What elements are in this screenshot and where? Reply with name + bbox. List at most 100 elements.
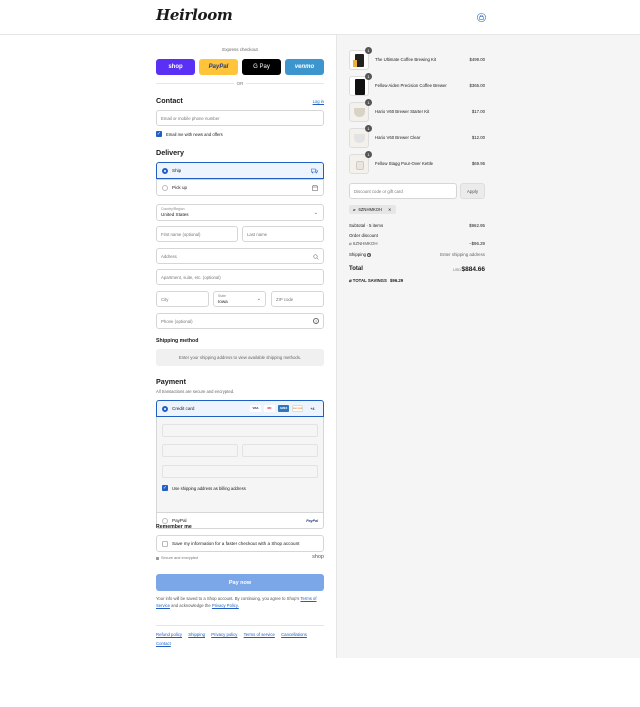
login-link[interactable]: Log in bbox=[313, 99, 324, 104]
shipping-value: Enter shipping address bbox=[440, 252, 485, 257]
secure-label: Secure and encrypted bbox=[161, 556, 199, 560]
mastercard-icon: MC bbox=[264, 405, 275, 412]
state-select[interactable]: State Iowa ⌄ bbox=[213, 291, 266, 307]
paypal-button[interactable]: PayPal bbox=[199, 59, 238, 75]
country-select[interactable]: Country/Region United States ⌄ bbox=[156, 204, 324, 221]
item-name: Fellow Aiden Precision Coffee Brewer bbox=[375, 83, 447, 88]
card-number-input[interactable] bbox=[162, 424, 318, 437]
paypal-label: PayPal bbox=[172, 518, 187, 523]
header: Heirloom bbox=[0, 0, 640, 35]
contact-title: Contact bbox=[156, 96, 183, 105]
delivery-title: Delivery bbox=[156, 148, 184, 157]
contact-link[interactable]: Contact bbox=[156, 641, 171, 646]
google-pay-button[interactable]: G Pay bbox=[242, 59, 281, 75]
phone-input[interactable]: Phone (optional) ? bbox=[156, 313, 324, 329]
last-name-placeholder: Last name bbox=[247, 231, 268, 237]
address-placeholder: Address bbox=[161, 253, 177, 259]
credit-card-option[interactable]: Credit card VISA MC AMEX DISCOVER +4 bbox=[156, 400, 324, 417]
shipping-link[interactable]: Shipping bbox=[188, 632, 205, 637]
subtotal-row: Subtotal · 5 items $962.95 bbox=[349, 223, 485, 228]
shipping-row: Shipping ? Enter shipping address bbox=[349, 252, 485, 257]
terms-of-service-link[interactable]: Terms of service bbox=[244, 632, 275, 637]
security-code-input[interactable] bbox=[242, 444, 318, 457]
logo[interactable]: Heirloom bbox=[156, 6, 233, 24]
credit-card-radio[interactable] bbox=[162, 406, 168, 412]
expiration-input[interactable] bbox=[162, 444, 238, 457]
truck-icon bbox=[311, 168, 318, 174]
shipping-label: Shipping bbox=[349, 252, 367, 257]
discount-code-input[interactable]: Discount code or gift card bbox=[349, 183, 457, 199]
save-info-option[interactable]: Save my information for a faster checkou… bbox=[156, 535, 324, 552]
name-on-card-input[interactable] bbox=[162, 465, 318, 478]
pickup-label: Pick up bbox=[172, 185, 188, 190]
cancellations-link[interactable]: Cancellations bbox=[281, 632, 307, 637]
city-input[interactable]: City bbox=[156, 291, 209, 307]
total-row: Total USD $884.66 bbox=[349, 266, 485, 276]
total-value: $884.66 bbox=[461, 266, 486, 273]
refund-policy-link[interactable]: Refund policy bbox=[156, 632, 182, 637]
zip-input[interactable]: ZIP code bbox=[271, 291, 324, 307]
applied-discount-tag: ⌀ 6ZNHMKOH ✕ bbox=[349, 205, 396, 214]
lock-icon bbox=[156, 557, 159, 560]
shop-logo: shop bbox=[312, 554, 324, 560]
save-info-label: Save my information for a faster checkou… bbox=[172, 541, 300, 546]
ship-radio[interactable] bbox=[162, 168, 168, 174]
shopping-bag-icon[interactable] bbox=[477, 13, 486, 22]
apartment-input[interactable]: Apartment, suite, etc. (optional) bbox=[156, 269, 324, 285]
pickup-option[interactable]: Pick up bbox=[156, 179, 324, 196]
address-input[interactable]: Address bbox=[156, 248, 324, 264]
chevron-down-icon: ⌄ bbox=[256, 296, 261, 302]
store-icon bbox=[312, 185, 318, 191]
quantity-badge: 1 bbox=[365, 151, 372, 158]
legal-text: Your info will be saved to a Shop accoun… bbox=[156, 596, 324, 609]
apply-button[interactable]: Apply bbox=[460, 183, 485, 199]
applied-code: 6ZNHMKOH bbox=[358, 207, 383, 212]
help-icon[interactable]: ? bbox=[367, 253, 372, 257]
privacy-link[interactable]: Privacy Policy. bbox=[212, 603, 239, 608]
shipping-method-info: Enter your shipping address to view avai… bbox=[156, 349, 324, 366]
savings-label: TOTAL SAVINGS bbox=[352, 278, 387, 283]
discover-icon: DISCOVER bbox=[292, 405, 303, 412]
pickup-radio[interactable] bbox=[162, 185, 168, 191]
payment-title: Payment bbox=[156, 377, 186, 386]
express-checkout-title: Express checkout bbox=[222, 47, 258, 52]
discount-code-row: ⌀ 6ZNHMKOH −$96.29 bbox=[349, 241, 485, 247]
first-name-input[interactable]: First name (optional) bbox=[156, 226, 238, 242]
amex-icon: AMEX bbox=[278, 405, 289, 412]
first-name-placeholder: First name (optional) bbox=[161, 231, 201, 237]
item-price: $365.00 bbox=[469, 83, 485, 88]
subtotal-value: $962.95 bbox=[469, 223, 485, 228]
save-info-checkbox[interactable] bbox=[162, 541, 168, 547]
item-name: Hario V60 Brewer Starter Kit bbox=[375, 109, 430, 114]
footer-divider bbox=[156, 625, 324, 626]
savings-value: $96.29 bbox=[390, 278, 404, 283]
item-price: $69.95 bbox=[471, 161, 485, 166]
state-label: State bbox=[218, 294, 226, 298]
newsletter-checkbox[interactable]: ✓ bbox=[156, 131, 162, 137]
last-name-input[interactable]: Last name bbox=[242, 226, 324, 242]
cart-item: 1 Hario V60 Brewer Starter Kit $17.00 bbox=[349, 99, 485, 124]
venmo-button[interactable]: venmo bbox=[285, 59, 324, 75]
item-name: The Ultimate Coffee Brewing Kit bbox=[375, 57, 437, 62]
email-phone-input[interactable]: Email or mobile phone number bbox=[156, 110, 324, 126]
country-label: Country/Region bbox=[161, 207, 185, 211]
ship-label: Ship bbox=[172, 168, 182, 173]
remove-discount-icon[interactable]: ✕ bbox=[388, 207, 392, 212]
ship-option[interactable]: Ship bbox=[156, 162, 324, 179]
billing-same-checkbox[interactable]: ✓ bbox=[162, 485, 168, 491]
discount-placeholder: Discount code or gift card bbox=[354, 189, 403, 194]
order-discount-label: Order discount bbox=[349, 233, 378, 238]
shop-pay-button[interactable]: shop bbox=[156, 59, 195, 75]
subtotal-label: Subtotal · 5 items bbox=[349, 223, 384, 228]
order-discount-row: Order discount bbox=[349, 233, 485, 238]
cart-item: 1 Fellow Stagg Pour-Over Kettle $69.95 bbox=[349, 151, 485, 176]
item-price: $499.00 bbox=[469, 57, 485, 62]
pay-now-button[interactable]: Pay now bbox=[156, 574, 324, 591]
tag-icon: ⌀ bbox=[353, 207, 356, 212]
privacy-policy-link[interactable]: Privacy policy bbox=[211, 632, 237, 637]
paypal-logo: PayPal bbox=[306, 519, 318, 523]
cart-item: 1 Hario V60 Brewer Clear $12.00 bbox=[349, 125, 485, 150]
help-icon[interactable]: ? bbox=[313, 318, 319, 324]
credit-card-label: Credit card bbox=[172, 406, 195, 411]
legal-text-main: Your info will be saved to a Shop accoun… bbox=[156, 596, 300, 601]
